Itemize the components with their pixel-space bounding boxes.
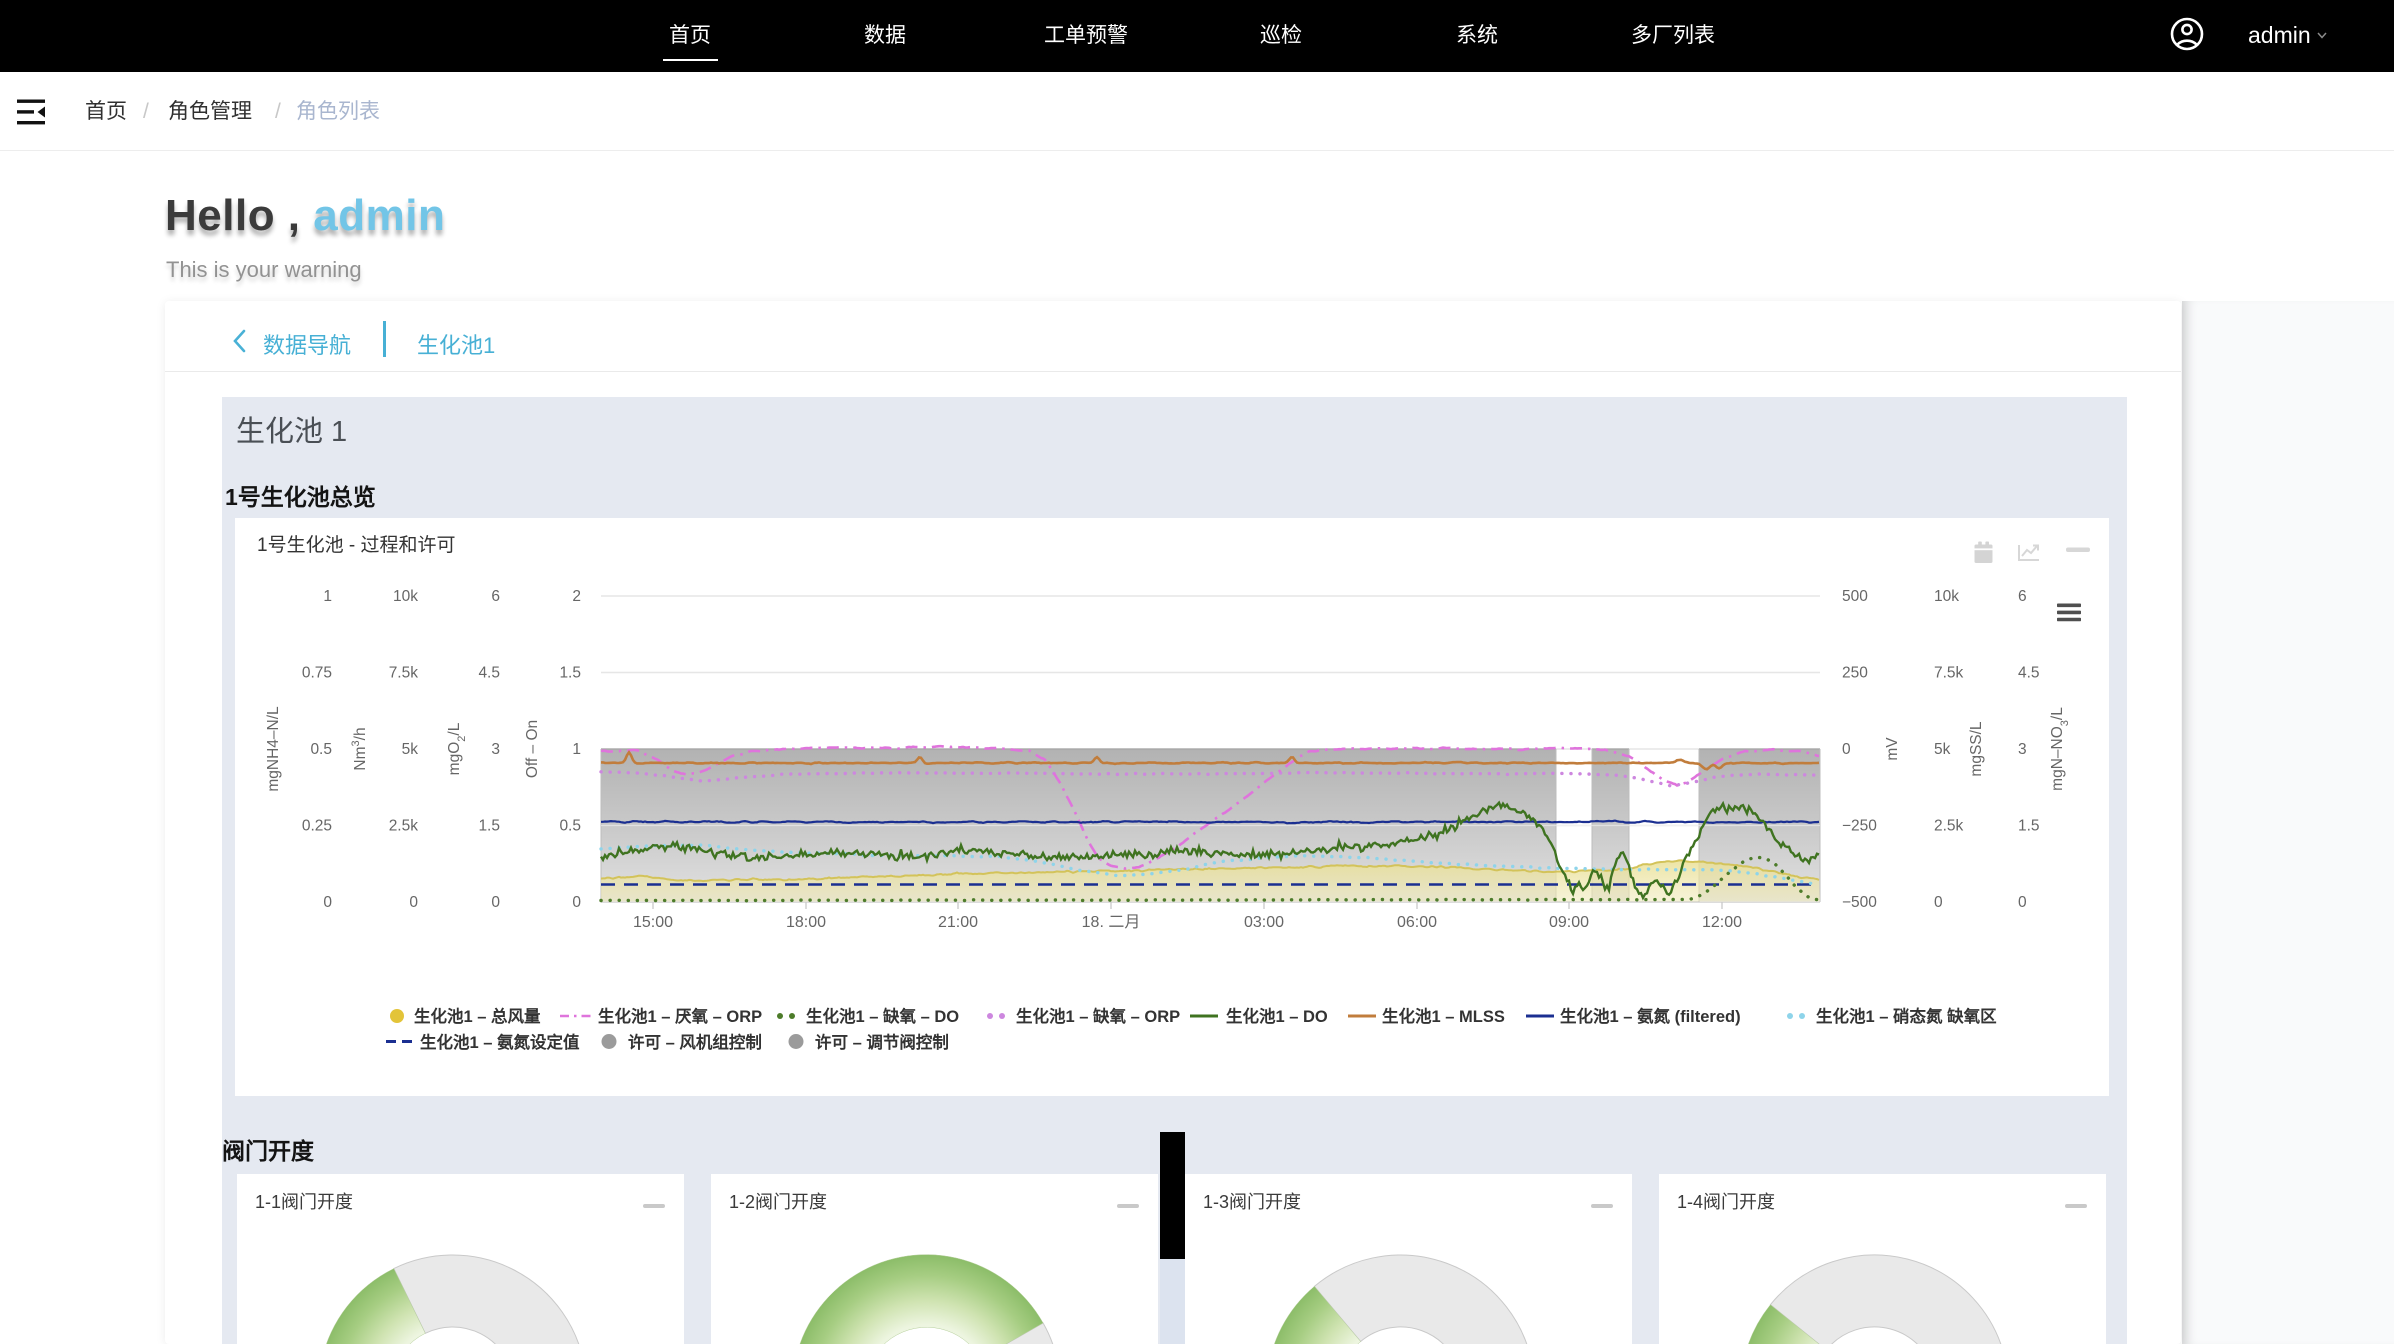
svg-text:15:00: 15:00 (633, 914, 673, 931)
svg-text:3: 3 (491, 741, 500, 758)
svg-text:18:00: 18:00 (786, 914, 826, 931)
svg-text:生化池1 – 厌氧 – ORP: 生化池1 – 厌氧 – ORP (598, 1006, 762, 1026)
svg-text:10k: 10k (393, 588, 418, 605)
svg-text:1.5: 1.5 (559, 665, 581, 682)
svg-text:1.5: 1.5 (2018, 818, 2040, 835)
svg-text:1: 1 (323, 588, 332, 605)
svg-text:03:00: 03:00 (1244, 914, 1284, 931)
svg-text:0: 0 (2018, 894, 2027, 911)
svg-text:500: 500 (1842, 588, 1868, 605)
svg-text:09:00: 09:00 (1549, 914, 1589, 931)
svg-text:1号生化池 - 过程和许可: 1号生化池 - 过程和许可 (257, 534, 455, 556)
svg-text:7.5k: 7.5k (1934, 665, 1964, 682)
svg-text:生化池1 – 缺氧 – ORP: 生化池1 – 缺氧 – ORP (1016, 1006, 1180, 1026)
svg-text:Nm3/h: Nm3/h (350, 727, 369, 770)
svg-text:生化池1 – 硝态氮 缺氧区: 生化池1 – 硝态氮 缺氧区 (1816, 1006, 1997, 1026)
svg-text:生化池1 – 氨氮 (filtered): 生化池1 – 氨氮 (filtered) (1560, 1006, 1741, 1026)
svg-text:0.5: 0.5 (559, 818, 581, 835)
svg-text:mgSS/L: mgSS/L (1968, 721, 1985, 777)
svg-text:0.25: 0.25 (302, 818, 332, 835)
svg-text:mgNH4–N/L: mgNH4–N/L (265, 706, 282, 792)
svg-text:许可 – 调节阀控制: 许可 – 调节阀控制 (815, 1032, 949, 1052)
svg-text:3: 3 (2018, 741, 2027, 758)
svg-text:2.5k: 2.5k (1934, 818, 1964, 835)
svg-text:7.5k: 7.5k (389, 665, 419, 682)
svg-text:0: 0 (409, 894, 418, 911)
svg-text:mV: mV (1884, 737, 1901, 761)
svg-text:6: 6 (2018, 588, 2027, 605)
svg-text:4.5: 4.5 (2018, 665, 2040, 682)
svg-text:0: 0 (1934, 894, 1943, 911)
svg-text:4.5: 4.5 (478, 665, 500, 682)
svg-text:−250: −250 (1842, 818, 1877, 835)
svg-text:12:00: 12:00 (1702, 914, 1742, 931)
svg-text:生化池1 – MLSS: 生化池1 – MLSS (1382, 1006, 1505, 1026)
svg-text:0.75: 0.75 (302, 665, 332, 682)
svg-text:Off – On: Off – On (524, 720, 541, 778)
svg-text:6: 6 (491, 588, 500, 605)
svg-text:250: 250 (1842, 665, 1868, 682)
svg-text:5k: 5k (402, 741, 419, 758)
svg-text:5k: 5k (1934, 741, 1951, 758)
svg-text:生化池1 – DO: 生化池1 – DO (1226, 1006, 1328, 1026)
svg-text:生化池1 – 缺氧 – DO: 生化池1 – 缺氧 – DO (806, 1006, 959, 1026)
svg-text:0: 0 (491, 894, 500, 911)
svg-text:18. 二月: 18. 二月 (1082, 914, 1141, 931)
svg-text:21:00: 21:00 (938, 914, 978, 931)
svg-text:1: 1 (572, 741, 581, 758)
svg-text:0: 0 (1842, 741, 1851, 758)
svg-text:0.5: 0.5 (310, 741, 332, 758)
svg-text:生化池1 – 总风量: 生化池1 – 总风量 (414, 1006, 541, 1026)
svg-text:10k: 10k (1934, 588, 1959, 605)
svg-text:0: 0 (572, 894, 581, 911)
svg-text:许可 – 风机组控制: 许可 – 风机组控制 (628, 1032, 762, 1052)
svg-text:0: 0 (323, 894, 332, 911)
svg-text:1.5: 1.5 (478, 818, 500, 835)
svg-text:2: 2 (572, 588, 581, 605)
svg-text:06:00: 06:00 (1397, 914, 1437, 931)
svg-text:生化池1 – 氨氮设定值: 生化池1 – 氨氮设定值 (420, 1032, 580, 1052)
svg-text:2.5k: 2.5k (389, 818, 419, 835)
svg-text:−500: −500 (1842, 894, 1877, 911)
